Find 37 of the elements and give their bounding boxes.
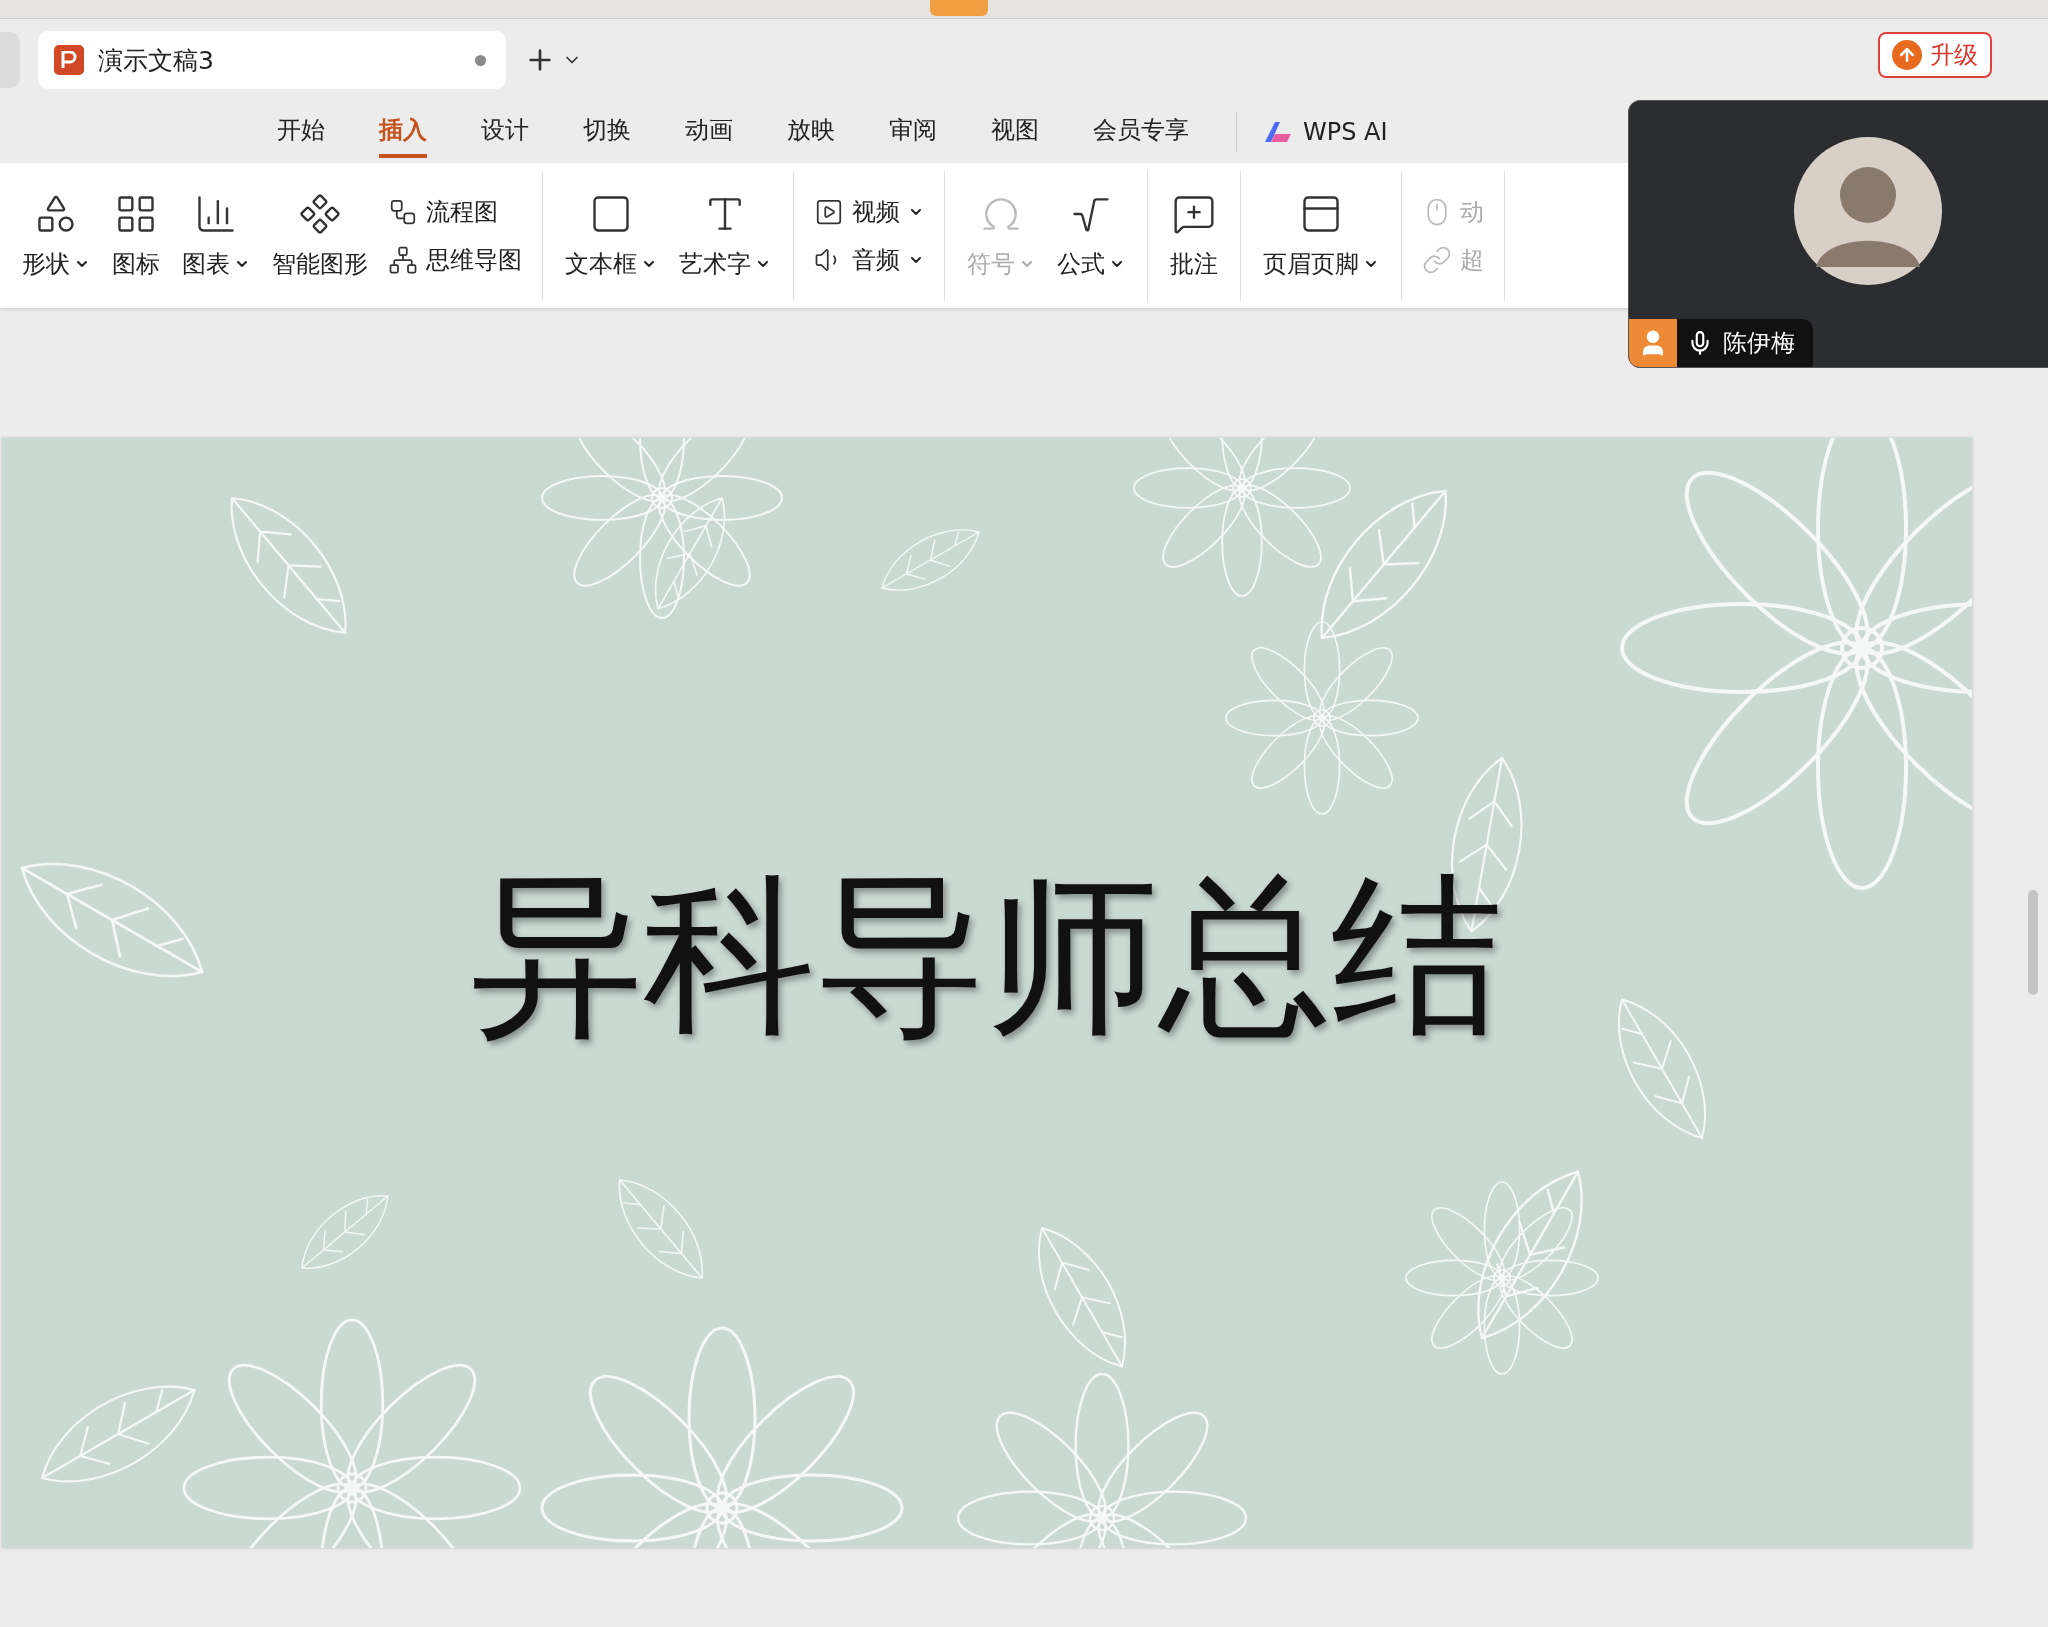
smart-graphic-icon xyxy=(298,191,342,236)
ribbon-tab[interactable]: 审阅 xyxy=(889,106,937,158)
ribbon-button[interactable]: 智能图形 xyxy=(264,191,376,280)
ribbon-button[interactable]: 文本框 xyxy=(557,191,665,280)
ribbon-button[interactable]: 视频 xyxy=(808,195,930,228)
ribbon-button[interactable]: 图标 xyxy=(104,191,168,280)
ribbon-button[interactable]: 形状 xyxy=(14,191,98,280)
ribbon-button[interactable]: 批注 xyxy=(1162,191,1226,280)
ai-logo-icon xyxy=(1263,120,1293,144)
mind-map-icon xyxy=(388,244,418,275)
upgrade-button[interactable]: 升级 xyxy=(1878,32,1992,78)
ribbon-tab[interactable]: 视图 xyxy=(991,106,1039,158)
ai-tab[interactable]: WPS AI xyxy=(1257,117,1394,147)
participant-name: 陈伊梅 xyxy=(1723,328,1795,359)
ribbon-tab[interactable]: 动画 xyxy=(685,106,733,158)
ribbon-button[interactable]: 页眉页脚 xyxy=(1255,191,1387,280)
ribbon-tab[interactable]: 会员专享 xyxy=(1093,106,1189,158)
ribbon-tab[interactable]: 放映 xyxy=(787,106,835,158)
upload-icon xyxy=(1892,40,1922,70)
scrollbar[interactable] xyxy=(2028,890,2038,995)
ribbon-button[interactable]: 音频 xyxy=(808,243,930,276)
ribbon-tab[interactable]: 设计 xyxy=(481,106,529,158)
presentation-icon xyxy=(54,45,84,75)
ribbon-tab[interactable]: 开始 xyxy=(277,106,325,158)
ribbon-button[interactable]: 思维导图 xyxy=(382,243,528,276)
recording-indicator xyxy=(930,0,988,16)
person-icon xyxy=(1629,319,1677,367)
document-title: 演示文稿3 xyxy=(98,44,215,77)
document-tab[interactable]: 演示文稿3 xyxy=(38,31,506,89)
ribbon-button[interactable]: 图表 xyxy=(174,191,258,280)
ribbon-button[interactable]: 艺术字 xyxy=(671,191,779,280)
ribbon-tab[interactable]: 插入 xyxy=(379,106,427,158)
ribbon-button[interactable]: 流程图 xyxy=(382,195,528,228)
ribbon-tab[interactable]: 切换 xyxy=(583,106,631,158)
slide-title: 异科导师总结 xyxy=(471,854,1503,1058)
link-icon xyxy=(1422,244,1452,275)
ribbon-button[interactable]: 公式 xyxy=(1049,191,1133,280)
